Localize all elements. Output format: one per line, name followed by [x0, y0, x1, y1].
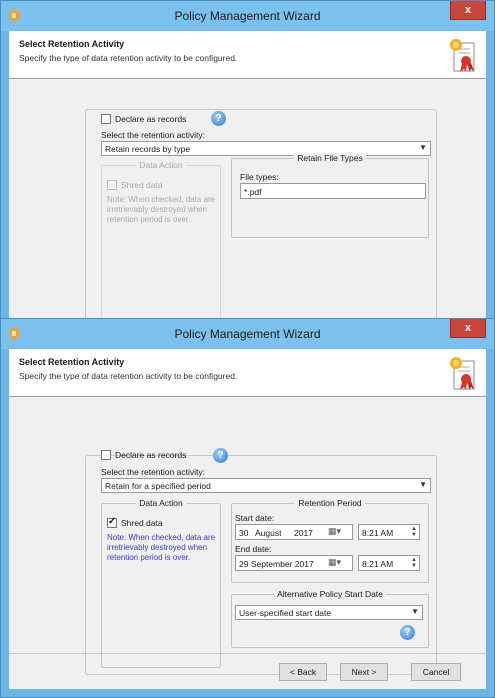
retention-activity-value: Retain for a specified period [105, 481, 211, 491]
start-time: 8:21 AM [362, 528, 394, 538]
start-month: August [255, 528, 282, 538]
wizard-window-2: Policy Management Wizard x Select Retent… [0, 318, 495, 698]
end-time-picker[interactable]: 8:21 AM ▲ ▼ [358, 555, 420, 571]
end-time: 8:21 AM [362, 559, 394, 569]
window-title: Policy Management Wizard [174, 327, 321, 341]
wizard-content: Declare as records ? Select the retentio… [9, 80, 486, 335]
select-activity-label: Select the retention activity: [101, 130, 205, 140]
page-description: Specify the type of data retention activ… [19, 371, 238, 381]
certificate-icon [450, 39, 475, 72]
start-date-label: Start date: [235, 513, 275, 523]
alt-start-date-title: Alternative Policy Start Date [274, 589, 386, 599]
back-button[interactable]: < Back [279, 663, 327, 681]
retention-activity-select[interactable]: Retain for a specified period ▼ [101, 478, 431, 493]
alt-start-date-group: Alternative Policy Start Date User-speci… [231, 589, 429, 648]
start-time-picker[interactable]: 8:21 AM ▲ ▼ [358, 524, 420, 540]
alt-start-date-value: User-specified start date [239, 608, 332, 618]
cancel-button[interactable]: Cancel [411, 663, 461, 681]
retain-file-types-group: Retain File Types File types: *.pdf [231, 153, 429, 238]
start-day: 30 [239, 528, 249, 538]
spinner-icon[interactable]: ▲ ▼ [411, 557, 417, 569]
shred-note: Note: When checked, data are irretrievab… [107, 533, 216, 562]
wizard-content: Declare as records ? Select the retentio… [9, 398, 486, 689]
retention-period-group: Retention Period Start date: 30 August 2… [231, 498, 429, 583]
shred-data-label: Shred data [121, 180, 163, 190]
data-action-title: Data Action [136, 498, 186, 508]
select-activity-label: Select the retention activity: [101, 467, 205, 477]
file-types-value: *.pdf [244, 187, 262, 197]
wizard-footer: < Back Next > Cancel [9, 653, 486, 689]
retention-activity-value: Retain records by type [105, 144, 191, 154]
start-date-picker[interactable]: 30 August 2017 ▦▾ [235, 524, 353, 540]
shred-data-checkbox[interactable] [107, 516, 117, 528]
end-date: 29 September 2017 [239, 559, 314, 569]
next-button[interactable]: Next > [340, 663, 388, 681]
declare-records-label: Declare as records [115, 114, 187, 124]
retention-panel: Declare as records ? Select the retentio… [85, 109, 437, 335]
certificate-icon [450, 357, 475, 390]
end-date-label: End date: [235, 544, 272, 554]
help-icon[interactable]: ? [213, 448, 228, 463]
dropdown-arrow-icon: ▼ [419, 480, 427, 489]
alt-start-date-select[interactable]: User-specified start date ▼ [235, 605, 423, 620]
page-title: Select Retention Activity [19, 39, 125, 49]
retention-period-title: Retention Period [295, 498, 365, 508]
data-action-group: Data Action Shred data Note: When checke… [101, 498, 221, 668]
data-action-group: Data Action Shred data Note: When checke… [101, 160, 221, 332]
shred-data-label: Shred data [121, 518, 163, 528]
window-title: Policy Management Wizard [174, 9, 321, 23]
file-types-input[interactable]: *.pdf [240, 183, 426, 199]
start-year: 2017 [294, 528, 313, 538]
shred-note: Note: When checked, data are irretrievab… [107, 195, 216, 224]
shred-data-checkbox[interactable] [107, 180, 117, 190]
end-date-picker[interactable]: 29 September 2017 ▦▾ [235, 555, 353, 571]
declare-records-checkbox[interactable] [101, 450, 111, 460]
title-bar[interactable]: Policy Management Wizard x [1, 1, 494, 31]
spinner-icon[interactable]: ▲ ▼ [411, 526, 417, 538]
calendar-icon[interactable]: ▦▾ [328, 526, 341, 537]
help-icon[interactable]: ? [400, 625, 415, 640]
close-button[interactable]: x [450, 1, 486, 20]
dropdown-arrow-icon: ▼ [419, 143, 427, 152]
wizard-header: Select Retention Activity Specify the ty… [9, 31, 486, 79]
title-bar[interactable]: Policy Management Wizard x [1, 319, 494, 349]
declare-records-label: Declare as records [115, 450, 187, 460]
page-title: Select Retention Activity [19, 357, 125, 367]
calendar-icon[interactable]: ▦▾ [328, 557, 341, 568]
wizard-window-1: Policy Management Wizard x Select Retent… [0, 0, 495, 335]
data-action-title: Data Action [136, 160, 186, 170]
help-icon[interactable]: ? [211, 111, 226, 126]
file-types-label: File types: [240, 172, 279, 182]
retain-file-types-title: Retain File Types [294, 153, 366, 163]
dropdown-arrow-icon: ▼ [411, 607, 419, 616]
wizard-client: Select Retention Activity Specify the ty… [9, 31, 486, 335]
page-description: Specify the type of data retention activ… [19, 53, 238, 63]
wizard-header: Select Retention Activity Specify the ty… [9, 349, 486, 397]
retention-panel: Declare as records ? Select the retentio… [85, 448, 437, 675]
close-button[interactable]: x [450, 319, 486, 338]
declare-records-checkbox[interactable] [101, 114, 111, 124]
wizard-client: Select Retention Activity Specify the ty… [9, 349, 486, 689]
